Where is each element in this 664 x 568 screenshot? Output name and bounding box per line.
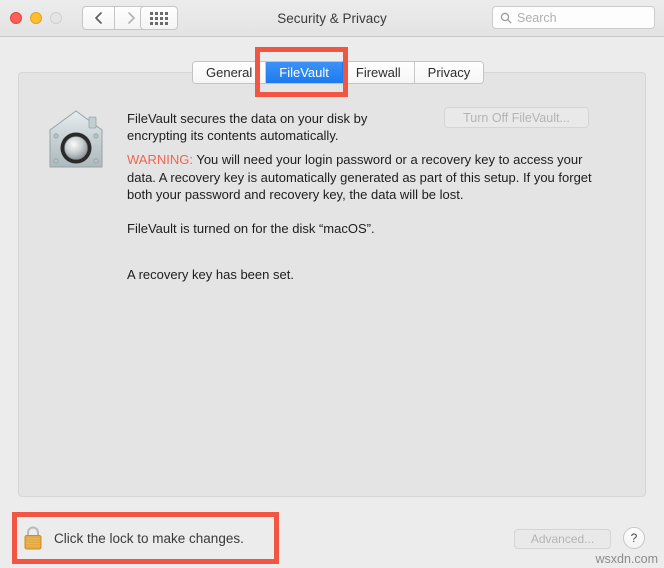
tab-general[interactable]: General <box>193 62 267 83</box>
filevault-content-panel: FileVault secures the data on your disk … <box>18 72 646 497</box>
lock-bar: Click the lock to make changes. <box>22 520 244 556</box>
filevault-vault-icon <box>49 110 103 168</box>
lock-bar-label: Click the lock to make changes. <box>54 530 244 546</box>
tab-firewall[interactable]: Firewall <box>342 62 415 83</box>
search-icon <box>500 12 512 23</box>
filevault-warning: WARNING: You will need your login passwo… <box>127 151 593 204</box>
filevault-status-recovery-key: A recovery key has been set. <box>127 267 294 282</box>
advanced-button[interactable]: Advanced... <box>514 529 611 549</box>
padlock-locked-icon[interactable] <box>22 525 44 551</box>
warning-text: You will need your login password or a r… <box>127 152 592 202</box>
turn-off-filevault-button[interactable]: Turn Off FileVault... <box>444 107 589 128</box>
filevault-status-disk: FileVault is turned on for the disk “mac… <box>127 221 375 236</box>
tab-filevault[interactable]: FileVault <box>266 62 343 83</box>
preference-tab-bar: General FileVault Firewall Privacy <box>192 61 485 84</box>
search-field[interactable]: Search <box>492 6 655 29</box>
filevault-description: FileVault secures the data on your disk … <box>127 111 368 143</box>
watermark: wsxdn.com <box>595 552 658 566</box>
warning-label: WARNING: <box>127 152 193 167</box>
window-titlebar: Security & Privacy Search <box>0 0 664 37</box>
tab-privacy[interactable]: Privacy <box>414 62 484 83</box>
search-input[interactable]: Search <box>517 11 557 25</box>
help-button[interactable]: ? <box>623 527 645 549</box>
